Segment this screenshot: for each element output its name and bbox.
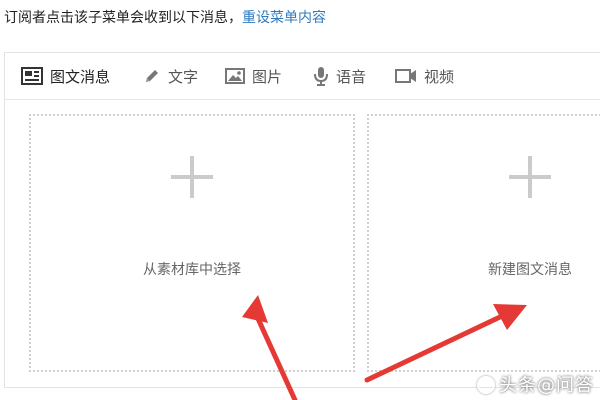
tab-label: 视频 [424,67,455,86]
area-label: 从素材库中选择 [143,262,241,278]
tab-label: 图片 [252,67,283,86]
tab-news[interactable]: 图文消息 [21,53,110,99]
microphone-icon [313,66,329,86]
watermark-icon [477,376,495,394]
tab-label: 语音 [336,67,367,86]
area-label: 新建图文消息 [488,262,572,278]
notice-text: 订阅者点击该子菜单会收到以下消息， [4,10,242,26]
tab-voice[interactable]: 语音 [313,53,366,99]
message-type-tabs: 图文消息 文字 图片 语音 视频 [5,53,600,100]
watermark: 头条@问答 [477,371,594,397]
message-editor-panel: 图文消息 文字 图片 语音 视频 从素材库中选择 新建图文消息 [4,52,600,388]
tab-video[interactable]: 视频 [395,53,454,99]
plus-icon [509,156,551,198]
reset-menu-content-link[interactable]: 重设菜单内容 [242,10,326,26]
tab-image[interactable]: 图片 [225,53,282,99]
pencil-icon [143,67,161,85]
plus-icon [171,156,213,198]
menu-notice: 订阅者点击该子菜单会收到以下消息，重设菜单内容 [4,8,326,28]
new-news-message-area[interactable]: 新建图文消息 [367,114,600,372]
tab-text[interactable]: 文字 [143,53,198,99]
tab-label: 文字 [168,67,199,86]
select-from-library-area[interactable]: 从素材库中选择 [29,114,355,372]
watermark-text: 头条@问答 [499,375,594,396]
image-icon [225,68,245,84]
tab-label: 图文消息 [50,67,111,86]
news-icon [21,67,43,85]
video-icon [395,68,417,84]
